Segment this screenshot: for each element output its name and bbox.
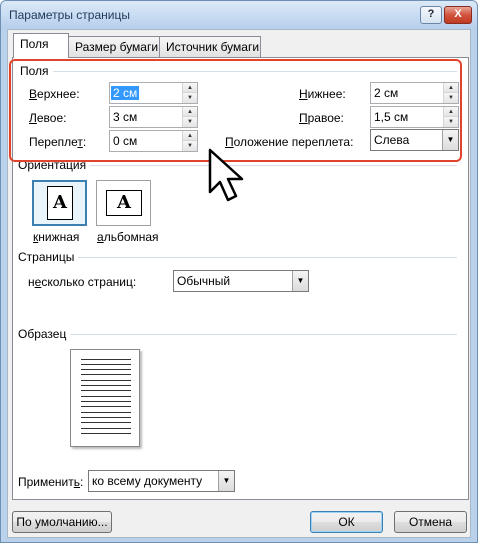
portrait-label: книжная <box>33 230 80 244</box>
preview-line <box>81 364 131 365</box>
window-title: Параметры страницы <box>9 8 130 22</box>
left-margin-label: Левое: <box>29 111 67 125</box>
spin-up-icon[interactable]: ▲ <box>444 83 458 93</box>
multiple-pages-label: несколько страниц: <box>28 275 137 289</box>
bottom-margin-spinner[interactable]: 2 см ▲ ▼ <box>370 82 459 104</box>
apply-to-value: ко всему документу <box>92 474 203 488</box>
gutter-value[interactable]: 0 см <box>113 134 137 148</box>
gutter-position-label: Положение переплета: <box>225 135 354 149</box>
preview-line <box>81 422 131 423</box>
landscape-label: альбомная <box>97 230 159 244</box>
portrait-page-icon: A <box>47 186 73 220</box>
help-button[interactable]: ? <box>420 6 442 24</box>
margins-group-title: Поля <box>20 64 53 78</box>
spin-up-icon[interactable]: ▲ <box>183 107 197 117</box>
left-margin-spinner[interactable]: 3 см ▲ ▼ <box>109 106 198 128</box>
orientation-group-title: Ориентация <box>18 158 91 172</box>
page-setup-dialog: Параметры страницы ? X Поля Размер бумаг… <box>0 0 478 543</box>
apply-to-dropdown[interactable]: ко всему документу ▼ <box>88 470 235 492</box>
preview-line <box>81 433 131 434</box>
preview-group-title: Образец <box>18 327 71 341</box>
bottom-margin-value[interactable]: 2 см <box>374 86 398 100</box>
preview-line <box>81 428 131 429</box>
spin-down-icon[interactable]: ▼ <box>183 117 197 127</box>
top-margin-label: Верхнее: <box>29 87 80 101</box>
multiple-pages-dropdown[interactable]: Обычный ▼ <box>173 270 309 292</box>
preview-line <box>81 412 131 413</box>
spin-down-icon[interactable]: ▼ <box>444 93 458 103</box>
spin-up-icon[interactable]: ▲ <box>183 83 197 93</box>
preview-line <box>81 417 131 418</box>
close-button[interactable]: X <box>444 6 472 24</box>
spin-up-icon[interactable]: ▲ <box>183 131 197 141</box>
apply-label: Применить: <box>18 475 84 489</box>
spin-down-icon[interactable]: ▼ <box>183 141 197 151</box>
pages-separator <box>73 257 457 258</box>
preview-line <box>81 374 131 375</box>
preview-line <box>81 385 131 386</box>
chevron-down-icon[interactable]: ▼ <box>292 271 308 291</box>
gutter-position-dropdown[interactable]: Слева ▼ <box>370 129 459 151</box>
orientation-separator <box>87 165 457 166</box>
preview-line <box>81 396 131 397</box>
spin-down-icon[interactable]: ▼ <box>444 117 458 127</box>
spin-up-icon[interactable]: ▲ <box>444 107 458 117</box>
chevron-down-icon[interactable]: ▼ <box>442 130 458 150</box>
set-default-button[interactable]: По умолчанию... <box>12 511 112 533</box>
multiple-pages-value: Обычный <box>177 274 231 288</box>
preview-page <box>70 349 140 447</box>
title-bar[interactable]: Параметры страницы ? X <box>1 1 477 29</box>
margins-group-separator <box>51 71 457 72</box>
ok-button[interactable]: ОК <box>310 511 383 533</box>
gutter-label: Переплет: <box>29 135 87 149</box>
preview-line <box>81 401 131 402</box>
portrait-button[interactable]: A <box>32 180 87 226</box>
mouse-pointer-icon <box>208 148 244 202</box>
cancel-button[interactable]: Отмена <box>394 511 467 533</box>
landscape-button[interactable]: A <box>96 180 151 226</box>
preview-line <box>81 380 131 381</box>
right-margin-spinner[interactable]: 1,5 см ▲ ▼ <box>370 106 459 128</box>
tab-paper-size[interactable]: Размер бумаги <box>68 36 160 57</box>
right-margin-value[interactable]: 1,5 см <box>374 110 408 124</box>
landscape-page-icon: A <box>106 190 142 216</box>
preview-line <box>81 359 131 360</box>
chevron-down-icon[interactable]: ▼ <box>218 471 234 491</box>
right-margin-label: Правое: <box>299 111 344 125</box>
left-margin-value[interactable]: 3 см <box>113 110 137 124</box>
tab-margins[interactable]: Поля <box>13 33 69 58</box>
pages-group-title: Страницы <box>18 250 79 264</box>
gutter-spinner[interactable]: 0 см ▲ ▼ <box>109 130 198 152</box>
tab-paper-source[interactable]: Источник бумаги <box>159 36 261 57</box>
preview-line <box>81 390 131 391</box>
top-margin-value[interactable]: 2 см <box>111 86 140 100</box>
preview-separator <box>69 334 457 335</box>
top-margin-spinner[interactable]: 2 см ▲ ▼ <box>109 82 198 104</box>
bottom-margin-label: Нижнее: <box>299 87 346 101</box>
gutter-position-value: Слева <box>374 133 410 147</box>
spin-down-icon[interactable]: ▼ <box>183 93 197 103</box>
preview-line <box>81 406 131 407</box>
preview-line <box>81 369 131 370</box>
